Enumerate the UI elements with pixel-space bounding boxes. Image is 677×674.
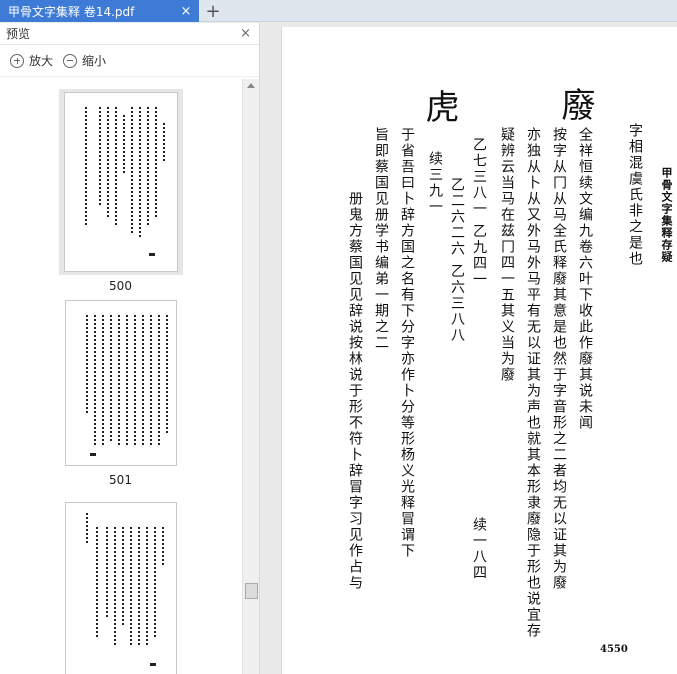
document-page: 甲骨文字集释存疑 字相混虞氏非之是也 廢 全祥恒续文编九卷六叶下收此作廢其说未闻…	[281, 27, 677, 674]
tab-bar: 甲骨文字集释 卷14.pdf × +	[0, 0, 677, 22]
close-panel-icon[interactable]: ×	[240, 26, 251, 41]
thumbnail-scrollbar[interactable]	[242, 79, 259, 674]
panel-header: 预览 ×	[0, 23, 259, 45]
thumbnail-label: 501	[109, 473, 132, 487]
numeral-column: 续一八四	[471, 517, 487, 581]
zoom-out-icon	[63, 53, 78, 68]
glyph-entry: 虎	[419, 89, 459, 123]
text-column: 全祥恒续文编九卷六叶下收此作廢其说未闻	[577, 127, 593, 431]
zoom-out-button[interactable]: 缩小	[63, 52, 106, 69]
scrollbar-thumb[interactable]	[245, 583, 258, 599]
thumbnail-frame	[58, 89, 183, 275]
thumbnail-item[interactable]	[0, 499, 241, 674]
thumbnail-label: 500	[109, 279, 132, 293]
thumbnail-page-image	[64, 502, 177, 674]
text-column: 字相混虞氏非之是也	[627, 123, 643, 267]
tab-title: 甲骨文字集释 卷14.pdf	[8, 4, 135, 19]
text-column: 续三九一	[427, 151, 443, 215]
close-tab-icon[interactable]: ×	[179, 4, 193, 19]
zoom-toolbar: 放大 缩小	[0, 45, 259, 77]
zoom-out-label: 缩小	[82, 54, 107, 68]
text-column: 册鬼方蔡国见见辞说按林说于形不符卜辞冒字习见作占与	[347, 191, 363, 591]
new-tab-button[interactable]: +	[204, 0, 222, 22]
numeral-column: 乙二六二六 乙六三八八	[449, 177, 465, 344]
text-column: 于省吾曰卜辞方国之名有下分字亦作卜分等形杨义光释冒谓下	[399, 127, 415, 559]
thumbnail-item[interactable]: 501	[0, 297, 241, 487]
text-column: 旨即蔡国见册学书编弟一期之二	[373, 127, 389, 351]
thumbnail-item[interactable]: 500	[0, 89, 241, 293]
document-viewer[interactable]: 甲骨文字集释存疑 字相混虞氏非之是也 廢 全祥恒续文编九卷六叶下收此作廢其说未闻…	[261, 23, 677, 674]
preview-panel: 预览 × 放大 缩小 500 501	[0, 23, 260, 674]
text-column: 按字从冂从马全氏释廢其意是也然于字音形之二者均无以证其为廢	[551, 127, 567, 591]
thumbnail-frame	[59, 499, 183, 674]
zoom-in-label: 放大	[29, 54, 54, 68]
document-tab[interactable]: 甲骨文字集释 卷14.pdf ×	[0, 0, 199, 22]
thumbnail-page-image	[63, 92, 178, 272]
text-column: 亦独从卜从又外马外马平有无以证其为声也就其本形隶廢隐于形也说宜存	[525, 127, 541, 639]
panel-title: 预览	[6, 27, 31, 41]
text-column: 疑辨云当马在兹冂四一五其义当为廢	[499, 127, 515, 383]
thumbnail-frame	[59, 297, 183, 469]
thumbnail-list: 500 501	[0, 79, 241, 674]
numeral-column: 乙七三八一 乙九四一	[471, 137, 487, 288]
glyph-entry: 廢	[555, 87, 595, 121]
page-header: 甲骨文字集释存疑	[660, 167, 673, 263]
scroll-up-icon[interactable]	[247, 83, 255, 88]
page-number: 4550	[600, 644, 628, 655]
zoom-in-icon	[10, 53, 24, 68]
thumbnail-page-image	[64, 300, 177, 466]
zoom-in-button[interactable]: 放大	[10, 52, 53, 69]
